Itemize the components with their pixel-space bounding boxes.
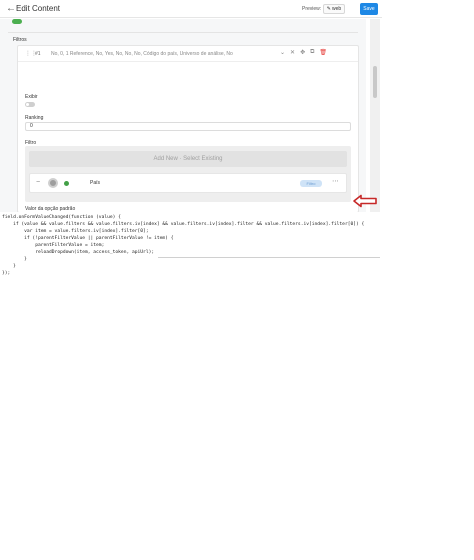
minus-icon[interactable]: − <box>36 179 40 186</box>
scrollbar-thumb[interactable] <box>373 66 377 98</box>
status-dot-icon <box>64 181 69 186</box>
code-line: } <box>2 257 27 262</box>
chevron-down-icon[interactable]: ⌄ <box>280 49 285 56</box>
header-actions: ⌄ ✕ ✥ ⧉ 🗑 <box>280 49 327 56</box>
preview-label: Preview: <box>302 6 322 12</box>
arrow-left-icon[interactable]: ← <box>6 3 16 14</box>
edit-icon: ✎ <box>326 6 331 12</box>
filter-item-card: ⋮⋮ #1 No, 0, 1 Reference, No, Yes, No, N… <box>17 45 359 212</box>
code-line: reloadDropdown(item, access_token, apiUr… <box>2 250 155 255</box>
close-icon[interactable]: ✕ <box>290 49 295 56</box>
code-snippet: field.onFormValueChanged(function (value… <box>2 215 474 285</box>
toggle-switch-on[interactable] <box>12 19 22 24</box>
code-line: parentFilterValue = item; <box>2 243 105 248</box>
divider <box>158 257 380 258</box>
red-arrow-icon <box>353 194 377 208</box>
page-title: Edit Content <box>16 4 61 13</box>
code-line: if (value && value.filters && value.filt… <box>2 222 365 227</box>
reference-row[interactable]: − País Filtro ⋯ <box>29 173 347 193</box>
preview-web-label: web <box>332 6 342 12</box>
item-summary: No, 0, 1 Reference, No, Yes, No, No, No,… <box>51 51 233 57</box>
save-button[interactable]: Save <box>360 3 378 15</box>
exibir-label: Exibir <box>25 94 38 100</box>
preview-web-button[interactable]: ✎ web <box>323 4 345 14</box>
code-line: field.onFormValueChanged(function (value… <box>2 215 121 220</box>
scrollbar-track[interactable] <box>370 19 380 212</box>
add-new-select-existing[interactable]: Add New · Select Existing <box>29 151 347 167</box>
code-line: var item = value.filters.iv[index].filte… <box>2 229 149 234</box>
avatar-icon <box>48 178 58 188</box>
code-line: } <box>2 264 16 269</box>
delete-icon[interactable]: 🗑 <box>319 49 327 56</box>
schema-badge: Filtro <box>300 180 322 187</box>
code-line: }); <box>2 271 11 276</box>
exibir-toggle[interactable] <box>25 102 35 107</box>
edit-content-screenshot: ← Edit Content Preview: ✎ web Save Filtr… <box>0 0 382 212</box>
content-area: Filtros ⋮⋮ #1 No, 0, 1 Reference, No, Ye… <box>0 19 366 212</box>
top-bar: ← Edit Content Preview: ✎ web Save <box>0 0 382 18</box>
copy-icon[interactable]: ⧉ <box>310 49 314 56</box>
filter-item-header[interactable]: ⋮⋮ #1 No, 0, 1 Reference, No, Yes, No, N… <box>18 46 358 62</box>
divider <box>8 32 358 33</box>
filtro-reference-box: Add New · Select Existing − País Filtro … <box>25 146 351 202</box>
ranking-label: Ranking <box>25 115 44 121</box>
ranking-input[interactable]: 0 <box>25 122 351 131</box>
item-index: #1 <box>35 51 41 57</box>
code-line: if (!parentFilterValue || parentFilterVa… <box>2 236 174 241</box>
reference-title: País <box>90 180 101 186</box>
filtros-heading: Filtros <box>13 37 27 43</box>
move-icon[interactable]: ✥ <box>300 49 305 56</box>
more-icon[interactable]: ⋯ <box>332 177 339 185</box>
default-option-label: Valor da opção padrão <box>25 206 76 212</box>
